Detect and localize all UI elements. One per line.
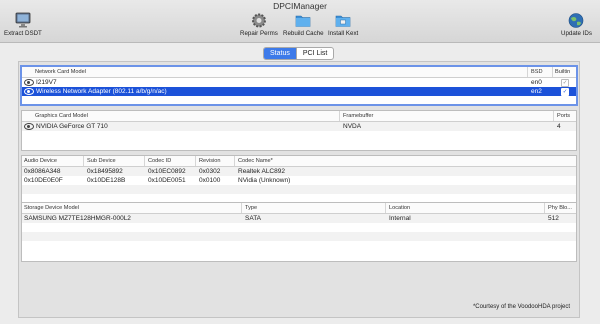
column-divider	[544, 203, 545, 213]
sub-device-cell: 0x10DE128B	[87, 177, 126, 184]
sub-device-cell: 0x18495892	[87, 168, 123, 175]
table-row-empty	[22, 232, 576, 241]
repair-perms-label: Repair Perms	[240, 30, 278, 37]
codec-id-cell: 0x10EC0892	[148, 168, 186, 175]
audio-device-column-header[interactable]: Audio Device	[24, 158, 57, 164]
update-ids-button[interactable]: Update IDs	[561, 12, 592, 37]
column-divider	[234, 156, 235, 166]
column-divider	[552, 67, 553, 77]
folder-icon	[295, 15, 311, 27]
title-bar: DPCIManager Extract DSDT Repair Perms Re	[0, 0, 600, 43]
column-divider	[83, 156, 84, 166]
column-divider	[385, 203, 386, 213]
tab-pci-list[interactable]: PCI List	[297, 48, 334, 59]
location-column-header[interactable]: Location	[389, 205, 410, 211]
builtin-checkbox[interactable]: ✓	[561, 79, 569, 87]
courtesy-note: *Courtesy of the VoodooHDA project	[472, 304, 570, 310]
codec-id-column-header[interactable]: Codec ID	[148, 158, 171, 164]
table-row-empty	[22, 223, 576, 232]
repair-perms-button[interactable]: Repair Perms	[240, 12, 278, 37]
revision-column-header[interactable]: Revision	[199, 158, 220, 164]
extract-dsdt-button[interactable]: Extract DSDT	[4, 12, 42, 37]
storage-table-header: Storage Device Model Type Location Phy B…	[22, 203, 576, 214]
table-row[interactable]: NVIDIA GeForce GT 710 NVDA 4	[22, 122, 576, 131]
eye-icon	[24, 79, 34, 86]
graphics-model-cell: NVIDIA GeForce GT 710	[24, 123, 108, 130]
update-ids-label: Update IDs	[561, 30, 592, 37]
audio-table-header: Audio Device Sub Device Codec ID Revisio…	[22, 156, 576, 167]
codec-name-cell: Realtek ALC892	[238, 168, 285, 175]
eye-icon	[24, 123, 34, 130]
table-row-empty	[22, 241, 576, 250]
graphics-table-header: Graphics Card Model Framebuffer Ports	[22, 111, 576, 122]
table-row-empty	[22, 131, 576, 140]
network-bsd-cell: en2	[531, 88, 542, 95]
network-table[interactable]: Network Card Model BSD Builtin I219V7 en…	[20, 65, 578, 106]
phy-block-column-header[interactable]: Phy Blo...	[548, 205, 572, 211]
revision-cell: 0x0100	[199, 177, 221, 184]
column-divider	[553, 111, 554, 121]
type-cell: SATA	[245, 215, 262, 222]
status-panel: Network Card Model BSD Builtin I219V7 en…	[18, 61, 580, 318]
storage-model-column-header[interactable]: Storage Device Model	[24, 205, 79, 211]
phy-block-cell: 512	[548, 215, 559, 222]
audio-device-cell: 0x10DE0E0F	[24, 177, 63, 184]
rebuild-cache-button[interactable]: Rebuild Cache	[283, 12, 324, 37]
globe-icon	[569, 13, 584, 28]
graphics-model-column-header[interactable]: Graphics Card Model	[35, 113, 88, 119]
ports-cell: 4	[557, 123, 561, 130]
sub-device-column-header[interactable]: Sub Device	[87, 158, 116, 164]
gear-icon	[251, 13, 266, 28]
audio-table[interactable]: Audio Device Sub Device Codec ID Revisio…	[21, 155, 577, 203]
storage-model-cell: SAMSUNG MZ7TE128HMGR-000L2	[24, 215, 131, 222]
framebuffer-column-header[interactable]: Framebuffer	[343, 113, 373, 119]
ports-column-header[interactable]: Ports	[557, 113, 570, 119]
tab-status[interactable]: Status	[264, 48, 296, 59]
network-bsd-cell: en0	[531, 79, 542, 86]
codec-id-cell: 0x10DE0051	[148, 177, 186, 184]
table-row-empty	[22, 185, 576, 194]
location-cell: Internal	[389, 215, 411, 222]
column-divider	[339, 111, 340, 121]
table-row[interactable]: SAMSUNG MZ7TE128HMGR-000L2 SATA Internal…	[22, 214, 576, 223]
package-folder-icon	[335, 15, 351, 27]
app-window: DPCIManager Extract DSDT Repair Perms Re	[0, 0, 600, 324]
network-builtin-column-header[interactable]: Builtin	[555, 69, 570, 75]
view-segmented-control: Status PCI List	[263, 47, 335, 60]
column-divider	[195, 156, 196, 166]
install-kext-label: Install Kext	[328, 30, 359, 37]
column-divider	[527, 67, 528, 77]
network-model-cell: Wireless Network Adapter (802.11 a/b/g/n…	[24, 88, 167, 95]
network-bsd-column-header[interactable]: BSD	[531, 69, 543, 75]
codec-name-column-header[interactable]: Codec Name*	[238, 158, 273, 164]
builtin-checkbox[interactable]: ✓	[561, 88, 569, 96]
window-title: DPCIManager	[273, 1, 327, 11]
storage-table[interactable]: Storage Device Model Type Location Phy B…	[21, 202, 577, 262]
table-row[interactable]: 0x10DE0E0F 0x10DE128B 0x10DE0051 0x0100 …	[22, 176, 576, 185]
revision-cell: 0x0302	[199, 168, 221, 175]
extract-dsdt-label: Extract DSDT	[4, 30, 42, 37]
column-divider	[144, 156, 145, 166]
type-column-header[interactable]: Type	[245, 205, 257, 211]
codec-name-cell: NVidia (Unknown)	[238, 177, 291, 184]
table-row[interactable]: I219V7 en0 ✓	[22, 78, 576, 87]
network-model-cell: I219V7	[24, 79, 57, 86]
table-row[interactable]: Wireless Network Adapter (802.11 a/b/g/n…	[22, 87, 576, 96]
monitor-icon	[15, 12, 31, 28]
column-divider	[241, 203, 242, 213]
rebuild-cache-label: Rebuild Cache	[283, 30, 324, 37]
table-row[interactable]: 0x8086A348 0x18495892 0x10EC0892 0x0302 …	[22, 167, 576, 176]
graphics-table[interactable]: Graphics Card Model Framebuffer Ports NV…	[21, 110, 577, 151]
install-kext-button[interactable]: Install Kext	[328, 12, 358, 37]
eye-icon	[24, 88, 34, 95]
network-model-column-header[interactable]: Network Card Model	[35, 69, 86, 75]
audio-device-cell: 0x8086A348	[24, 168, 61, 175]
framebuffer-cell: NVDA	[343, 123, 362, 130]
network-table-header: Network Card Model BSD Builtin	[22, 67, 576, 78]
